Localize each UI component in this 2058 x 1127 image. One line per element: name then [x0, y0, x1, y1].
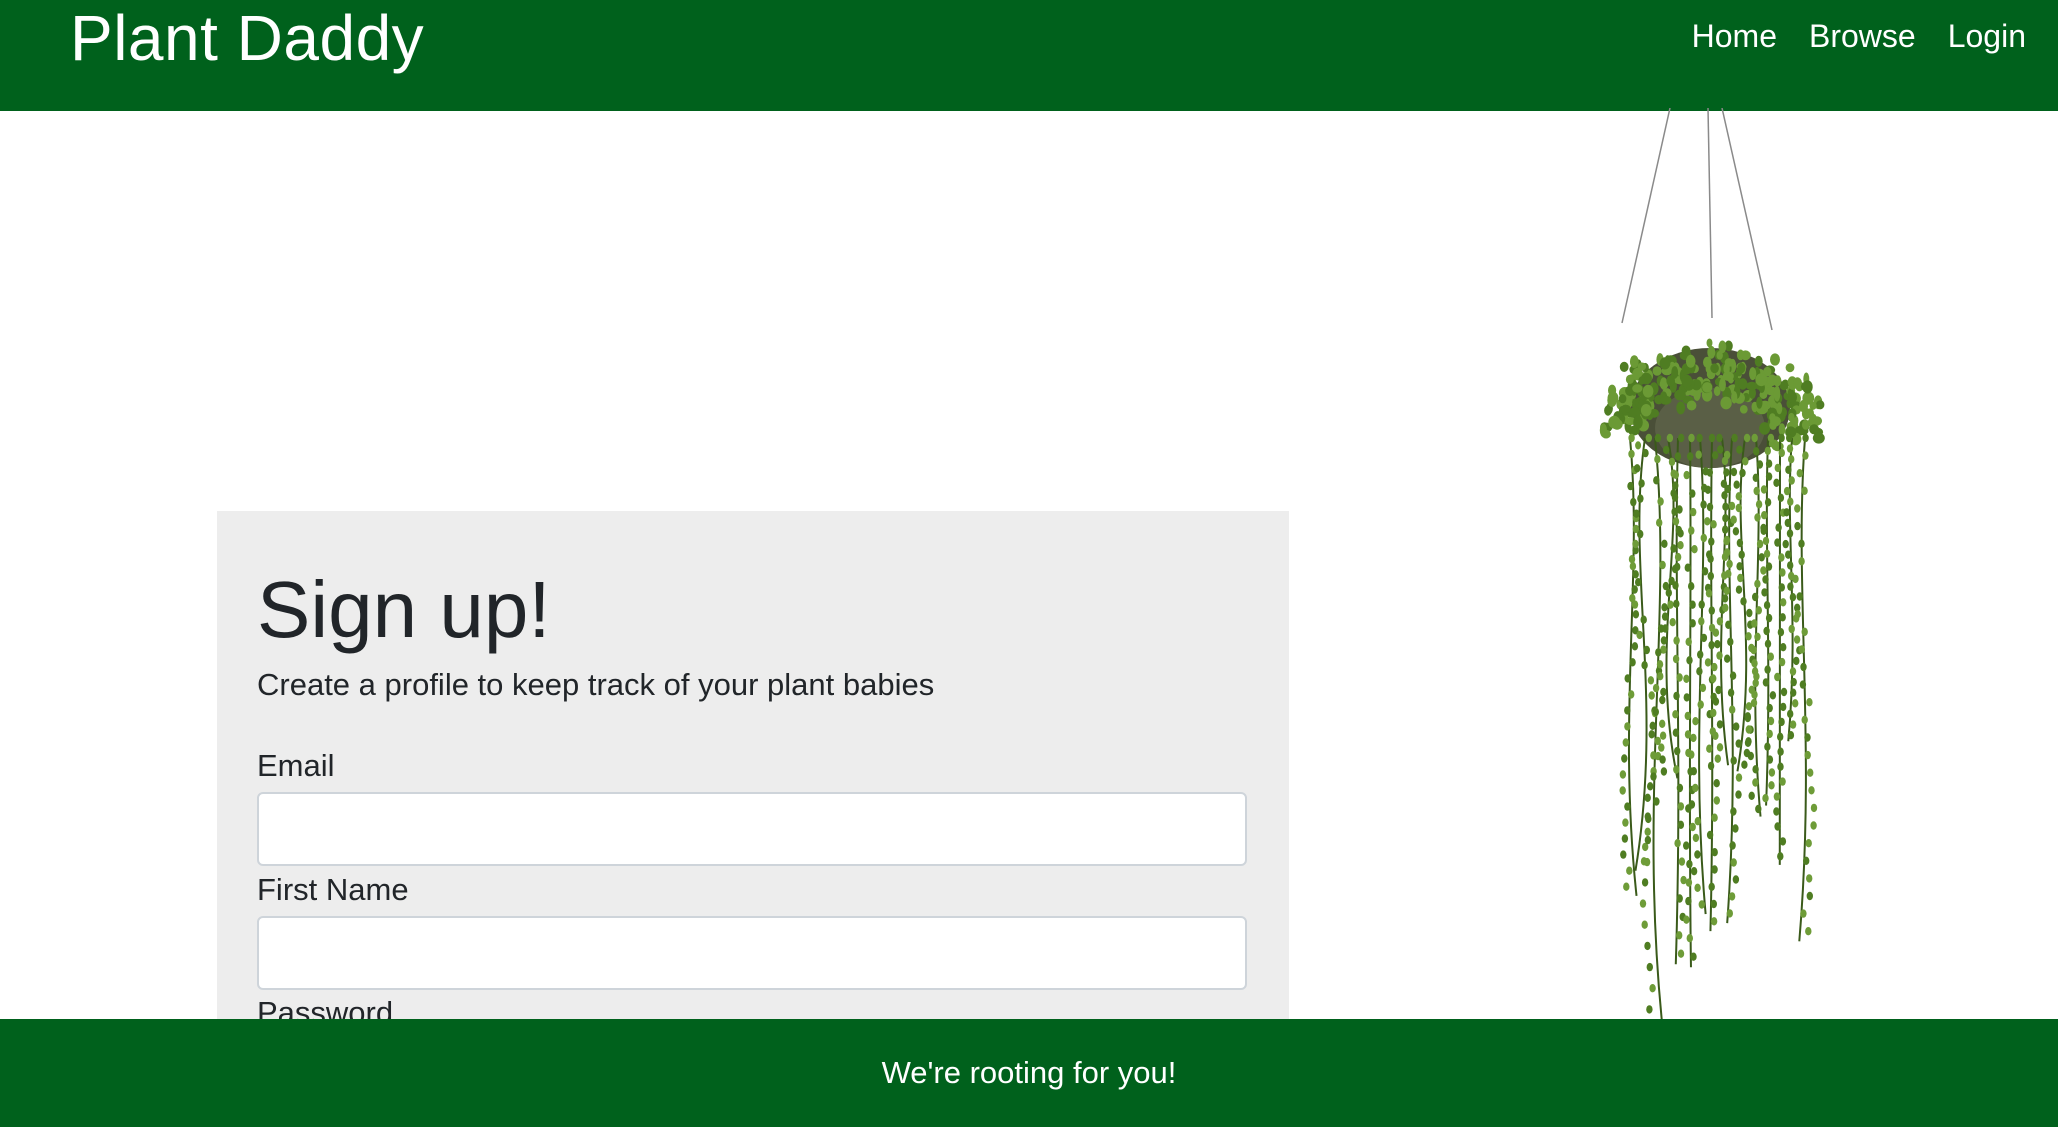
email-field[interactable] [257, 792, 1247, 866]
brand-logo[interactable]: Plant Daddy [70, 0, 424, 76]
signup-card: Sign up! Create a profile to keep track … [217, 511, 1289, 1031]
first-name-field[interactable] [257, 916, 1247, 990]
navbar: Plant Daddy Home Browse Login [0, 0, 2058, 111]
nav-link-login[interactable]: Login [1948, 14, 2026, 58]
page-title: Sign up! [257, 565, 551, 654]
hanging-plant-image [1599, 108, 1825, 1028]
nav-links: Home Browse Login [1692, 14, 2026, 58]
footer: We're rooting for you! [0, 1019, 2058, 1127]
first-name-label: First Name [257, 872, 409, 907]
nav-link-home[interactable]: Home [1692, 14, 1777, 58]
nav-link-browse[interactable]: Browse [1809, 14, 1916, 58]
signup-subtitle: Create a profile to keep track of your p… [257, 667, 935, 702]
footer-text: We're rooting for you! [881, 1055, 1177, 1090]
email-label: Email [257, 748, 335, 783]
